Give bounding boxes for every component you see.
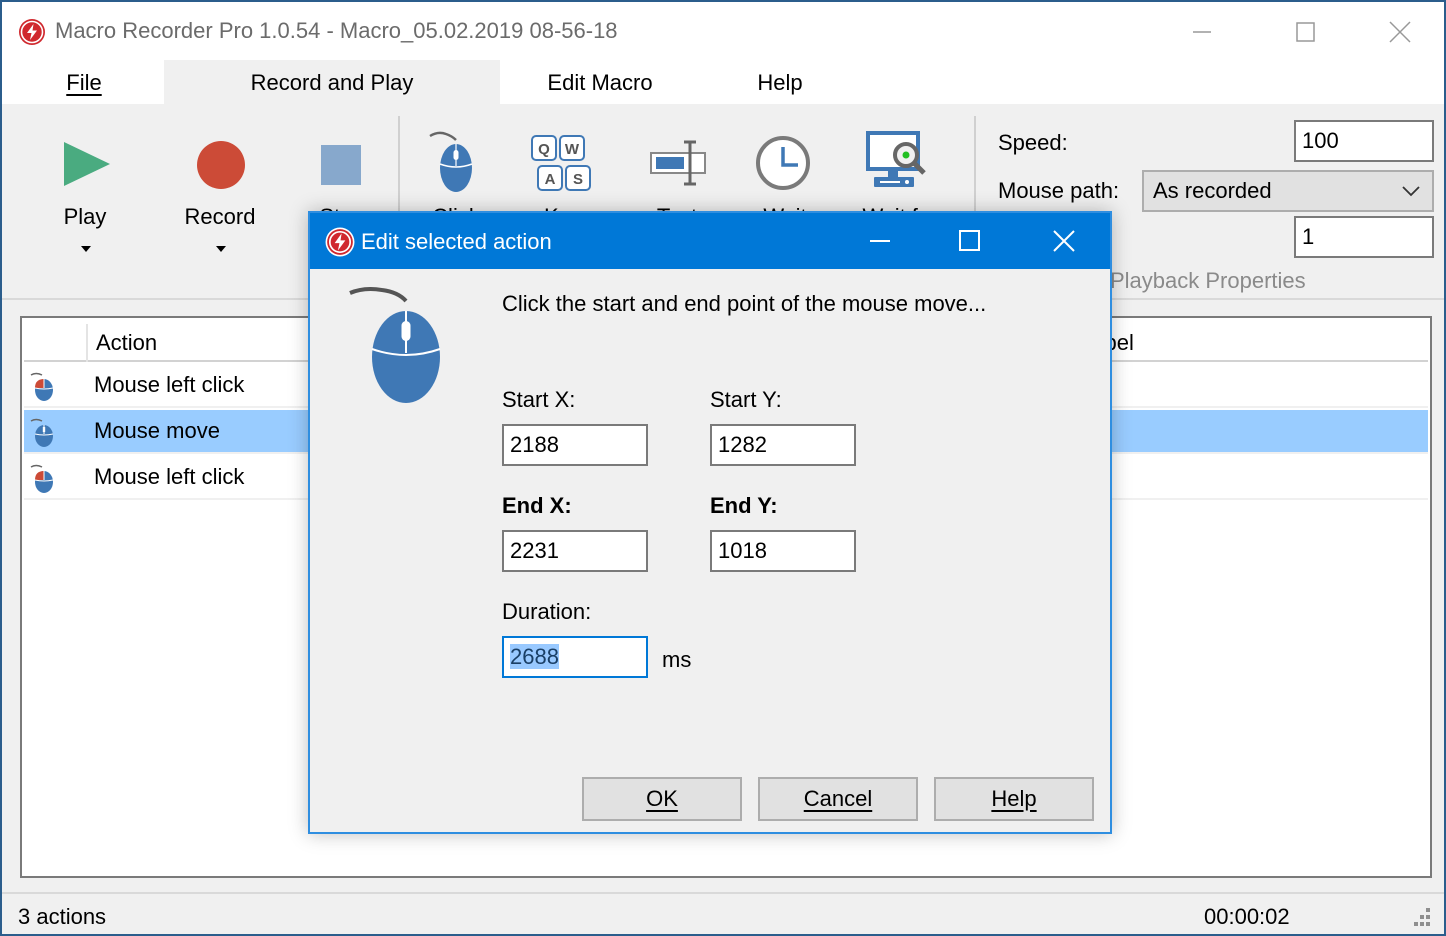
- play-icon: [64, 142, 110, 186]
- close-icon: [1053, 230, 1075, 252]
- menu-file-label: File: [66, 70, 102, 95]
- end-y-input[interactable]: 1018: [710, 530, 856, 572]
- help-button-label: Help: [991, 786, 1037, 811]
- menu-help-label: Help: [757, 70, 803, 95]
- resize-grip-icon[interactable]: [1410, 906, 1432, 928]
- record-dropdown-caret-icon[interactable]: [216, 246, 226, 252]
- record-button[interactable]: Record: [174, 104, 270, 274]
- repeat-count-input[interactable]: 1: [1294, 216, 1434, 258]
- mouse-move-icon: [30, 418, 54, 447]
- end-y-label: End Y:: [710, 493, 778, 518]
- row-action-text: Mouse left click: [94, 464, 245, 489]
- ok-button[interactable]: OK: [582, 777, 742, 821]
- mouse-path-value: As recorded: [1153, 178, 1272, 203]
- row-action-text: Mouse move: [94, 418, 220, 443]
- cancel-button[interactable]: Cancel: [758, 777, 918, 821]
- maximize-icon: [959, 230, 980, 251]
- mouse-path-dropdown[interactable]: As recorded: [1142, 170, 1434, 212]
- window-title: Macro Recorder Pro 1.0.54 - Macro_05.02.…: [55, 18, 618, 43]
- playback-properties-group-label: Playback Properties: [1110, 268, 1306, 293]
- dialog-title-bar[interactable]: Edit selected action: [310, 213, 1110, 269]
- svg-text:W: W: [565, 141, 580, 158]
- app-logo-icon: [19, 19, 45, 45]
- end-x-label: End X:: [502, 493, 572, 518]
- menu-help[interactable]: Help: [742, 60, 818, 104]
- mouse-path-label: Mouse path:: [998, 178, 1120, 203]
- dialog-minimize-button[interactable]: [850, 221, 910, 261]
- end-x-input[interactable]: 2231: [502, 530, 648, 572]
- column-separator[interactable]: [86, 324, 88, 362]
- mouse-icon: [429, 131, 473, 192]
- maximize-icon: [1296, 22, 1315, 42]
- keyboard-keys-icon: Q WA S: [531, 135, 591, 191]
- dialog-close-button[interactable]: [1034, 221, 1094, 261]
- start-y-input[interactable]: 1282: [710, 424, 856, 466]
- play-label: Play: [63, 204, 107, 229]
- cancel-button-label: Cancel: [803, 786, 873, 811]
- svg-text:A: A: [545, 171, 556, 188]
- dialog-maximize-button[interactable]: [940, 221, 1000, 261]
- clock-icon: [756, 136, 810, 190]
- start-x-label: Start X:: [502, 387, 576, 412]
- ok-button-label: OK: [646, 786, 678, 811]
- close-icon: [1389, 21, 1411, 43]
- svg-text:Q: Q: [538, 141, 550, 158]
- title-bar: Macro Recorder Pro 1.0.54 - Macro_05.02.…: [2, 2, 1444, 60]
- duration-label: Duration:: [502, 599, 592, 624]
- chevron-down-icon: [1402, 186, 1420, 197]
- column-header-action[interactable]: Action: [96, 330, 157, 356]
- maximize-button[interactable]: [1276, 12, 1336, 52]
- row-action-text: Mouse left click: [94, 372, 245, 397]
- minimize-icon: [1193, 31, 1211, 33]
- action-count: 3 actions: [18, 904, 107, 929]
- close-button[interactable]: [1370, 12, 1430, 52]
- svg-text:S: S: [573, 171, 583, 188]
- mouse-left-click-icon: [30, 464, 54, 493]
- duration-value: 2688: [510, 644, 559, 669]
- menu-record-and-play[interactable]: Record and Play: [164, 60, 500, 104]
- menu-file[interactable]: File: [62, 60, 106, 104]
- minimize-icon: [870, 240, 890, 242]
- status-bar: 3 actions 00:00:02: [2, 892, 1444, 934]
- menu-record-and-play-label: Record and Play: [250, 70, 414, 95]
- menu-edit-macro[interactable]: Edit Macro: [530, 60, 670, 104]
- speed-label: Speed:: [998, 130, 1068, 155]
- macro-duration: 00:00:02: [1204, 904, 1290, 929]
- record-label: Record: [184, 204, 256, 229]
- help-button[interactable]: Help: [934, 777, 1094, 821]
- start-x-input[interactable]: 2188: [502, 424, 648, 466]
- edit-action-dialog: Edit selected action Click the start and…: [308, 211, 1112, 834]
- play-button[interactable]: Play: [42, 104, 132, 274]
- speed-input[interactable]: 100: [1294, 120, 1434, 162]
- app-logo-icon: [325, 227, 355, 257]
- mouse-icon: [349, 287, 441, 403]
- dialog-instruction: Click the start and end point of the mou…: [502, 291, 987, 316]
- duration-input[interactable]: 2688: [502, 636, 648, 678]
- text-input-icon: [650, 140, 706, 186]
- duration-unit: ms: [662, 647, 692, 672]
- minimize-button[interactable]: [1172, 12, 1232, 52]
- menu-edit-macro-label: Edit Macro: [547, 70, 653, 95]
- menu-bar: File Record and Play Edit Macro Help: [2, 60, 1444, 104]
- play-dropdown-caret-icon[interactable]: [81, 246, 91, 252]
- dialog-title: Edit selected action: [361, 229, 552, 254]
- start-y-label: Start Y:: [710, 387, 782, 412]
- mouse-left-click-icon: [30, 372, 54, 401]
- stop-icon: [321, 145, 361, 185]
- screen-search-icon: [866, 131, 926, 187]
- record-icon: [197, 141, 245, 189]
